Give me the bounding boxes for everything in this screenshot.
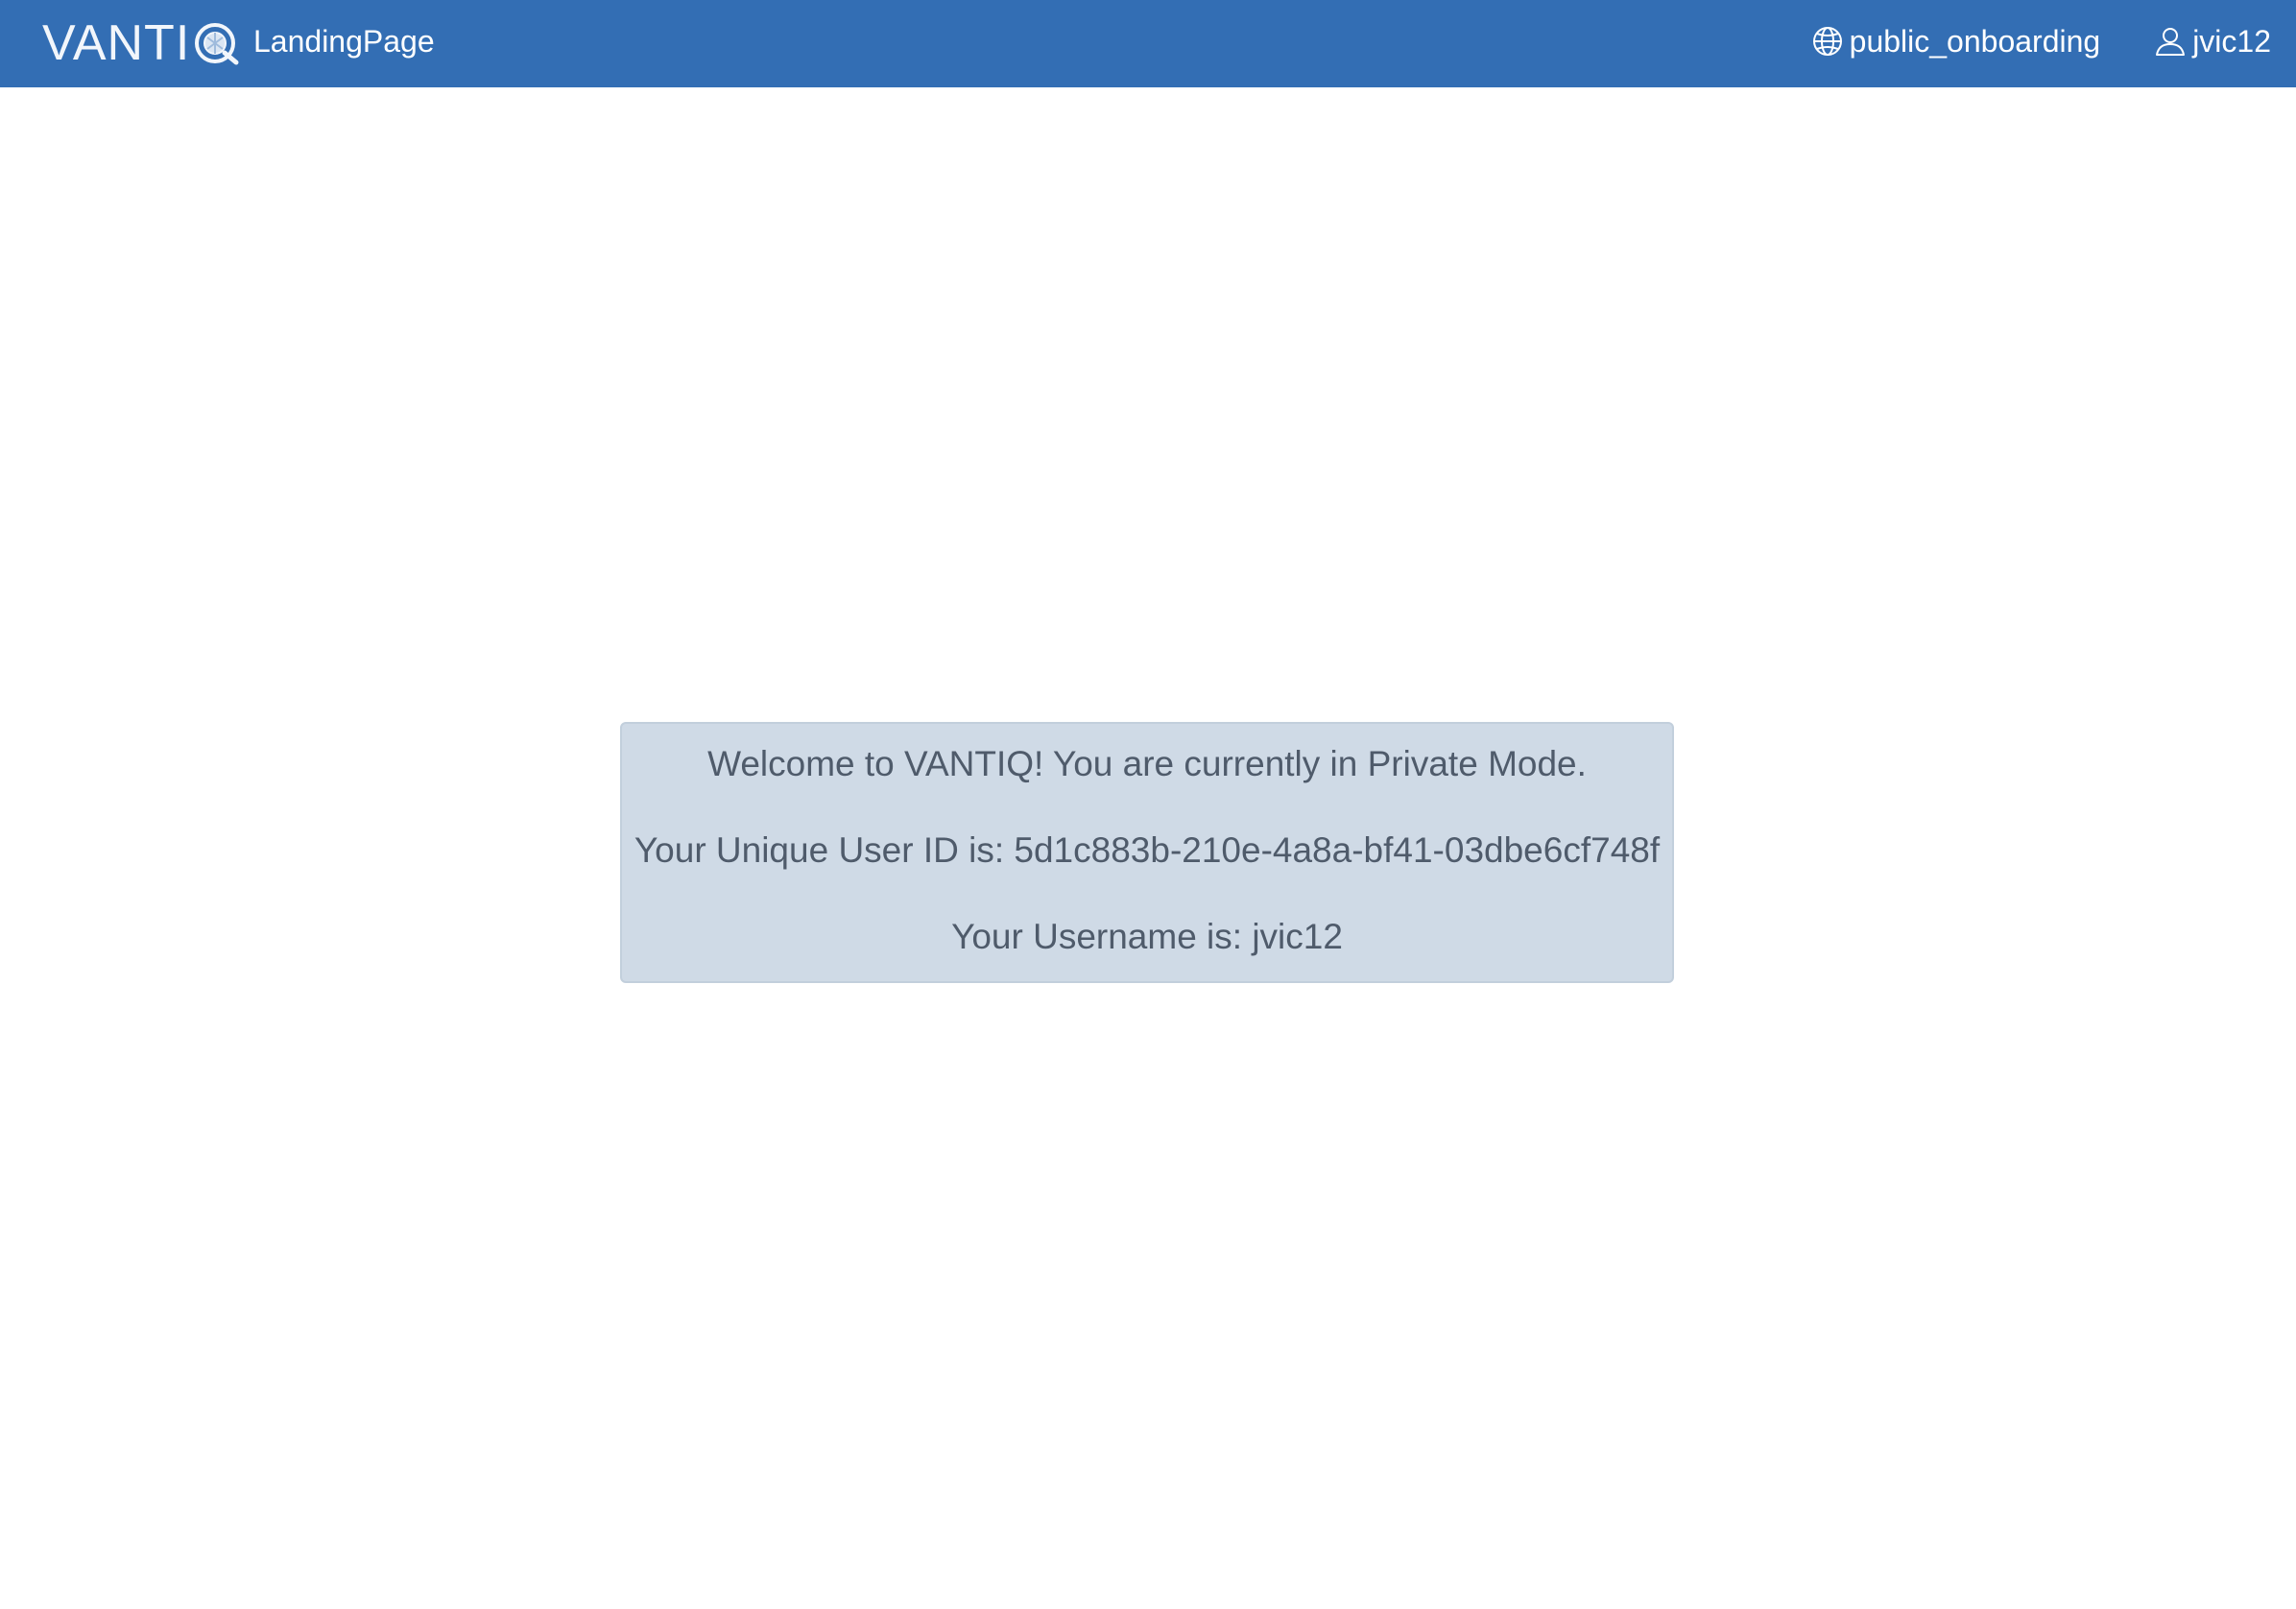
user-icon: [2156, 28, 2186, 56]
top-navigation-bar: VANTI LandingPage public_onboarding jvic…: [0, 0, 2296, 87]
app-title[interactable]: LandingPage: [253, 0, 435, 83]
welcome-message: Welcome to VANTIQ! You are currently in …: [707, 744, 1587, 783]
username-message: Your Username is: jvic12: [951, 917, 1343, 956]
vantiq-q-logo-icon: [195, 23, 239, 65]
logo-text: VANTI: [42, 15, 191, 71]
vantiq-logo[interactable]: VANTI: [42, 13, 240, 73]
namespace-label: public_onboarding: [1849, 23, 2101, 59]
header-right-menu: public_onboarding jvic12: [1811, 0, 2271, 83]
username-label: jvic12: [2192, 23, 2271, 59]
user-id-message: Your Unique User ID is: 5d1c883b-210e-4a…: [634, 830, 1661, 870]
welcome-message-box: Welcome to VANTIQ! You are currently in …: [620, 722, 1674, 983]
user-menu[interactable]: jvic12: [2154, 24, 2271, 60]
globe-icon: [1812, 27, 1842, 56]
namespace-menu[interactable]: public_onboarding: [1811, 23, 2101, 60]
